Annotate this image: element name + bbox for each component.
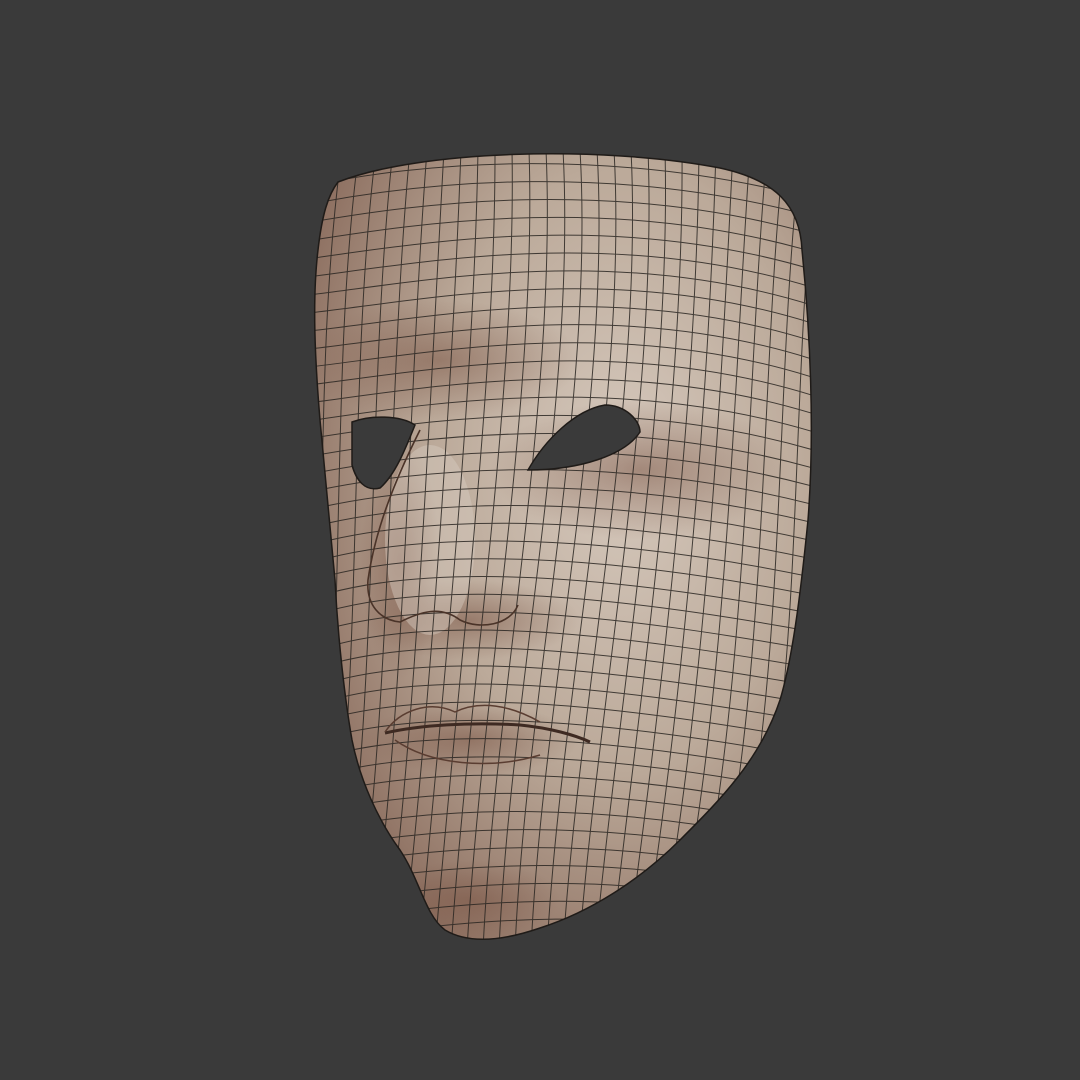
mask-body (313, 153, 813, 941)
wire-line (314, 918, 812, 940)
wire-line (314, 936, 812, 940)
render-viewport (0, 0, 1080, 1080)
mask-render (313, 153, 813, 941)
